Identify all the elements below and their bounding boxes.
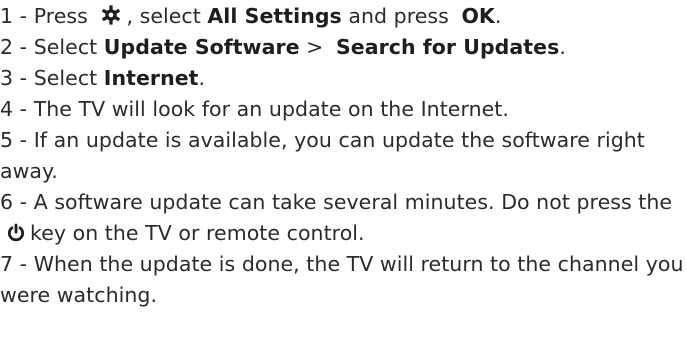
menu-item-update-software: Update Software [103,35,300,59]
step-number: 6 - [0,190,34,214]
step-text: and press [341,4,456,28]
step-number: 5 - [0,128,34,152]
step-7: 7 - When the update is done, the TV will… [0,249,686,311]
step-5: 5 - If an update is available, you can u… [0,125,686,187]
ok-key-label: OK [461,4,495,28]
step-text: A software update can take several minut… [33,190,673,214]
instructions: 1 - Press , select All Settings and pres… [0,1,686,311]
step-text: Select [33,35,104,59]
menu-item-all-settings: All Settings [207,4,342,28]
step-number: 2 - [0,35,34,59]
step-text: The TV will look for an update on the In… [33,97,509,121]
step-2: 2 - Select Update Software > Search for … [0,32,686,63]
step-3: 3 - Select Internet. [0,63,686,94]
step-text: > [299,35,330,59]
step-1: 1 - Press , select All Settings and pres… [0,1,686,32]
step-number: 3 - [0,66,34,90]
step-text: If an update is available, you can updat… [0,128,645,183]
gear-icon [100,4,122,26]
step-text: . [559,35,566,59]
step-text: When the update is done, the TV will ret… [0,252,684,307]
step-text: . [198,66,206,90]
step-text: key on the TV or remote control. [30,221,365,245]
step-text: Select [33,66,104,90]
step-number: 1 - [0,4,34,28]
step-6: 6 - A software update can take several m… [0,187,686,249]
step-text: Press [33,4,95,28]
step-4: 4 - The TV will look for an update on th… [0,94,686,125]
step-number: 7 - [0,252,34,276]
menu-item-internet: Internet [103,66,199,90]
power-icon [6,223,26,243]
step-text: . [494,4,502,28]
step-number: 4 - [0,97,34,121]
step-text: , select [126,4,208,28]
menu-item-search-for-updates: Search for Updates [335,35,560,59]
